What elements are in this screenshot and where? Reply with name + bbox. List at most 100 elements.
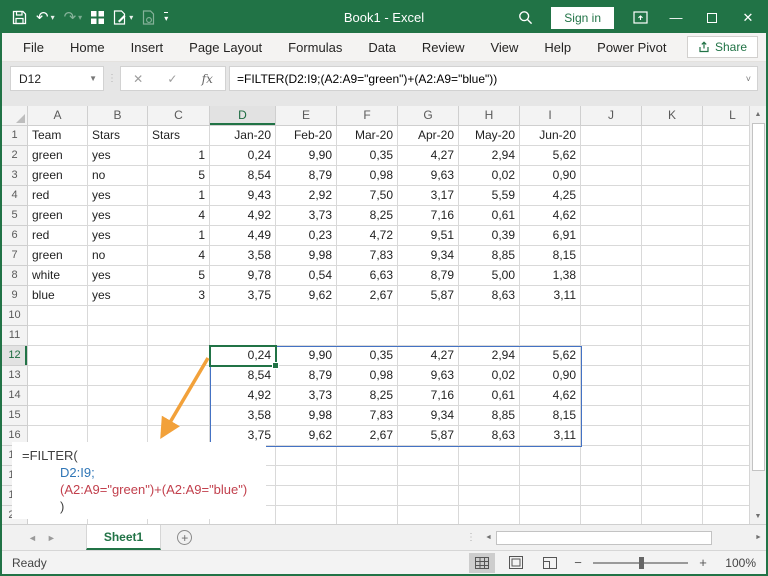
cell-G9[interactable]: 5,87 [398, 286, 459, 306]
column-header-A[interactable]: A [28, 106, 88, 126]
document-pen-icon[interactable]: ▾ [113, 8, 133, 28]
cell-F6[interactable]: 4,72 [337, 226, 398, 246]
cell-J19[interactable] [581, 486, 642, 506]
cell-F18[interactable] [337, 466, 398, 486]
cell-B4[interactable]: yes [88, 186, 148, 206]
new-sheet-button[interactable]: + [177, 530, 193, 545]
maximize-button[interactable] [694, 2, 730, 33]
zoom-slider[interactable] [593, 556, 688, 569]
cell-B7[interactable]: no [88, 246, 148, 266]
cell-E15[interactable]: 9,98 [276, 406, 337, 426]
cell-F19[interactable] [337, 486, 398, 506]
cell-A14[interactable] [28, 386, 88, 406]
cell-K15[interactable] [642, 406, 703, 426]
ribbon-tab-page-layout[interactable]: Page Layout [176, 35, 275, 60]
cell-E20[interactable] [276, 506, 337, 524]
cell-F13[interactable]: 0,98 [337, 366, 398, 386]
undo-button[interactable]: ↶ ▾ [36, 8, 55, 28]
cell-E4[interactable]: 2,92 [276, 186, 337, 206]
row-header-4[interactable]: 4 [2, 186, 28, 206]
ribbon-tab-view[interactable]: View [477, 35, 531, 60]
cell-F9[interactable]: 2,67 [337, 286, 398, 306]
zoom-in-button[interactable]: + [696, 555, 710, 570]
cell-H12[interactable]: 2,94 [459, 346, 520, 366]
ribbon-tab-home[interactable]: Home [57, 35, 118, 60]
cell-H3[interactable]: 0,02 [459, 166, 520, 186]
cell-D3[interactable]: 8,54 [210, 166, 276, 186]
cell-D8[interactable]: 9,78 [210, 266, 276, 286]
cell-J3[interactable] [581, 166, 642, 186]
cell-D6[interactable]: 4,49 [210, 226, 276, 246]
cell-H7[interactable]: 8,85 [459, 246, 520, 266]
cell-F12[interactable]: 0,35 [337, 346, 398, 366]
cell-K13[interactable] [642, 366, 703, 386]
cell-H1[interactable]: May-20 [459, 126, 520, 146]
cell-I5[interactable]: 4,62 [520, 206, 581, 226]
cell-G17[interactable] [398, 446, 459, 466]
cell-E8[interactable]: 0,54 [276, 266, 337, 286]
cell-I8[interactable]: 1,38 [520, 266, 581, 286]
cell-K14[interactable] [642, 386, 703, 406]
cell-J8[interactable] [581, 266, 642, 286]
cell-E10[interactable] [276, 306, 337, 326]
grid-icon[interactable] [91, 8, 105, 28]
row-header-10[interactable]: 10 [2, 306, 28, 326]
cell-I17[interactable] [520, 446, 581, 466]
cell-B6[interactable]: yes [88, 226, 148, 246]
ribbon-tab-power-pivot[interactable]: Power Pivot [584, 35, 679, 60]
row-header-6[interactable]: 6 [2, 226, 28, 246]
cell-G15[interactable]: 9,34 [398, 406, 459, 426]
cell-K16[interactable] [642, 426, 703, 446]
cell-K12[interactable] [642, 346, 703, 366]
cell-H14[interactable]: 0,61 [459, 386, 520, 406]
cell-G16[interactable]: 5,87 [398, 426, 459, 446]
cell-G13[interactable]: 9,63 [398, 366, 459, 386]
cell-J9[interactable] [581, 286, 642, 306]
cell-H18[interactable] [459, 466, 520, 486]
ribbon-tab-help[interactable]: Help [531, 35, 584, 60]
expand-formula-bar-icon[interactable]: ˅ [746, 74, 757, 84]
cell-A10[interactable] [28, 306, 88, 326]
row-header-14[interactable]: 14 [2, 386, 28, 406]
row-header-11[interactable]: 11 [2, 326, 28, 346]
cell-H6[interactable]: 0,39 [459, 226, 520, 246]
column-header-H[interactable]: H [459, 106, 520, 126]
cell-G20[interactable] [398, 506, 459, 524]
cell-L10[interactable] [703, 306, 749, 326]
cell-A9[interactable]: blue [28, 286, 88, 306]
cell-C12[interactable] [148, 346, 210, 366]
cell-K18[interactable] [642, 466, 703, 486]
cell-L11[interactable] [703, 326, 749, 346]
cell-B8[interactable]: yes [88, 266, 148, 286]
cell-E1[interactable]: Feb-20 [276, 126, 337, 146]
cell-J6[interactable] [581, 226, 642, 246]
cell-J14[interactable] [581, 386, 642, 406]
cell-I20[interactable] [520, 506, 581, 524]
cell-K1[interactable] [642, 126, 703, 146]
cell-B9[interactable]: yes [88, 286, 148, 306]
cell-I6[interactable]: 6,91 [520, 226, 581, 246]
cell-G4[interactable]: 3,17 [398, 186, 459, 206]
cell-E7[interactable]: 9,98 [276, 246, 337, 266]
normal-view-icon[interactable] [469, 552, 495, 573]
cell-K2[interactable] [642, 146, 703, 166]
cell-L19[interactable] [703, 486, 749, 506]
cell-F2[interactable]: 0,35 [337, 146, 398, 166]
page-layout-view-icon[interactable] [503, 553, 529, 573]
document-pen-dropdown-icon[interactable]: ▾ [129, 13, 133, 22]
row-header-2[interactable]: 2 [2, 146, 28, 166]
cell-A4[interactable]: red [28, 186, 88, 206]
cell-I2[interactable]: 5,62 [520, 146, 581, 166]
row-header-5[interactable]: 5 [2, 206, 28, 226]
cell-K20[interactable] [642, 506, 703, 524]
cell-L5[interactable] [703, 206, 749, 226]
row-header-15[interactable]: 15 [2, 406, 28, 426]
sheet-tab-sheet1[interactable]: Sheet1 [85, 525, 162, 550]
cell-G11[interactable] [398, 326, 459, 346]
cell-A2[interactable]: green [28, 146, 88, 166]
cell-E3[interactable]: 8,79 [276, 166, 337, 186]
column-header-C[interactable]: C [148, 106, 210, 126]
ribbon-tab-formulas[interactable]: Formulas [275, 35, 355, 60]
cell-B12[interactable] [88, 346, 148, 366]
search-icon[interactable] [507, 2, 543, 33]
